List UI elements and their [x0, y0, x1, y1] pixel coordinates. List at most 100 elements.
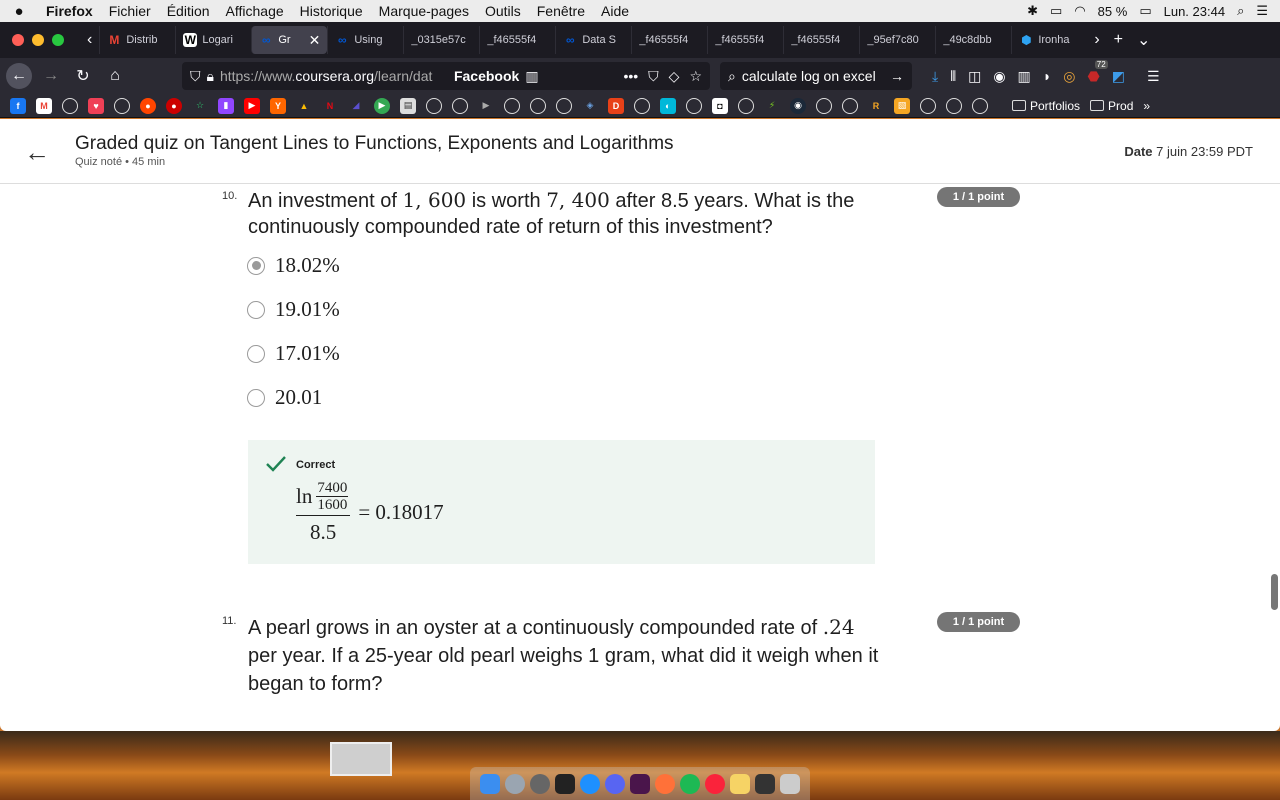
tab-item[interactable]: ⬢ Ironha: [1011, 26, 1087, 54]
tab-item[interactable]: _49c8dbb: [935, 26, 1011, 54]
globe-bookmark-icon[interactable]: [686, 97, 702, 114]
answer-option[interactable]: 20.01: [247, 385, 322, 410]
new-tab-icon[interactable]: +: [1107, 31, 1130, 49]
firefox-icon[interactable]: [655, 773, 675, 794]
tab-item[interactable]: _f46555f4: [631, 26, 707, 54]
system-preferences-icon[interactable]: [530, 773, 550, 794]
pocket-icon[interactable]: ⛉: [648, 68, 659, 85]
app-bookmark-icon[interactable]: ◘: [712, 97, 728, 114]
terminal-icon[interactable]: [555, 773, 575, 794]
apple-menu-icon[interactable]: ●: [0, 3, 38, 20]
music-icon[interactable]: [705, 773, 725, 794]
app-bookmark-icon[interactable]: ◢: [348, 98, 364, 114]
sidebar-icon[interactable]: ◫: [968, 68, 981, 85]
radio-button-selected[interactable]: [247, 256, 265, 275]
bookmarks-overflow-icon[interactable]: »: [1143, 99, 1150, 113]
globe-bookmark-icon[interactable]: [426, 97, 442, 114]
tab-item[interactable]: W Logari: [175, 26, 251, 54]
menu-hamburger-icon[interactable]: ☰: [1147, 68, 1160, 85]
close-tab-icon[interactable]: ✕: [309, 32, 321, 49]
search-text[interactable]: calculate log on excel: [742, 68, 876, 84]
scrollbar-thumb[interactable]: [1271, 574, 1278, 610]
tab-item[interactable]: _95ef7c80: [859, 26, 935, 54]
clock[interactable]: Lun. 23:44: [1164, 4, 1225, 19]
gmail-bookmark-icon[interactable]: M: [36, 97, 52, 114]
back-button[interactable]: ←: [6, 63, 32, 89]
app-bookmark-icon[interactable]: ▧: [894, 97, 910, 114]
globe-bookmark-icon[interactable]: [62, 97, 78, 114]
forward-button[interactable]: →: [38, 63, 64, 89]
finder-icon[interactable]: [480, 773, 500, 794]
home-button[interactable]: ⌂: [102, 63, 128, 89]
answer-option[interactable]: 18.02%: [247, 253, 340, 278]
extension-grid-icon[interactable]: ▥: [1018, 68, 1031, 85]
briefcase-icon[interactable]: [755, 773, 775, 794]
app-bookmark-icon[interactable]: ⚡: [764, 98, 780, 114]
tracking-shield-icon[interactable]: ⛉: [190, 68, 201, 85]
account-icon[interactable]: ◉: [993, 68, 1005, 85]
drive-bookmark-icon[interactable]: ▲: [296, 98, 312, 114]
bookmark-folder-prod[interactable]: Prod: [1090, 99, 1133, 113]
globe-bookmark-icon[interactable]: [816, 97, 832, 114]
globe-bookmark-icon[interactable]: [738, 97, 754, 114]
facebook-bookmark-label[interactable]: Facebook: [454, 68, 519, 84]
tabs-scroll-right-icon[interactable]: ›: [1087, 31, 1106, 49]
tab-item[interactable]: _f46555f4: [479, 26, 555, 54]
netflix-bookmark-icon[interactable]: N: [322, 98, 338, 114]
reload-button[interactable]: ↻: [70, 63, 96, 89]
display-icon[interactable]: ▭: [1050, 3, 1062, 19]
menu-historique[interactable]: Historique: [292, 3, 371, 19]
pocket-bookmark-icon[interactable]: ♥: [88, 97, 104, 114]
reddit-bookmark-icon[interactable]: ●: [140, 97, 156, 114]
battery-icon[interactable]: ▭: [1139, 3, 1151, 19]
globe-bookmark-icon[interactable]: [556, 97, 572, 114]
trash-icon[interactable]: [780, 773, 800, 794]
hackernews-bookmark-icon[interactable]: Y: [270, 97, 286, 114]
globe-bookmark-icon[interactable]: [114, 97, 130, 114]
downloads-icon[interactable]: ⤓: [932, 68, 938, 85]
bookmark-star-icon[interactable]: ☆: [689, 68, 702, 85]
globe-bookmark-icon[interactable]: [634, 97, 650, 114]
tag-icon[interactable]: ◇: [669, 68, 680, 85]
globe-bookmark-icon[interactable]: [842, 97, 858, 114]
tab-active[interactable]: ∞ Gr ✕: [251, 26, 328, 54]
extension-owl-icon[interactable]: ◎: [1063, 68, 1075, 85]
menu-outils[interactable]: Outils: [477, 3, 529, 19]
menu-app-name[interactable]: Firefox: [38, 3, 101, 19]
tab-item[interactable]: ∞ Using: [327, 26, 403, 54]
page-actions-icon[interactable]: •••: [623, 68, 638, 85]
search-bar[interactable]: ⌕ calculate log on excel →: [720, 62, 912, 90]
d-bookmark-icon[interactable]: D: [608, 97, 624, 114]
record-bookmark-icon[interactable]: ●: [166, 97, 182, 114]
tabs-scroll-left-icon[interactable]: ‹: [80, 31, 99, 49]
r-bookmark-icon[interactable]: R: [868, 98, 884, 114]
play-bookmark-icon[interactable]: ▶: [374, 97, 390, 114]
app-store-icon[interactable]: [580, 773, 600, 794]
bookmark-folder-portfolios[interactable]: Portfolios: [1012, 99, 1080, 113]
tab-item[interactable]: _f46555f4: [783, 26, 859, 54]
menu-aide[interactable]: Aide: [593, 3, 637, 19]
star-bookmark-icon[interactable]: ☆: [192, 98, 208, 114]
launchpad-icon[interactable]: [505, 773, 525, 794]
answer-option[interactable]: 17.01%: [247, 341, 340, 366]
close-window-button[interactable]: [12, 34, 24, 46]
tab-item[interactable]: _f46555f4: [707, 26, 783, 54]
menu-edition[interactable]: Édition: [159, 3, 218, 19]
tab-item[interactable]: M Distrib: [99, 26, 175, 54]
menu-fenetre[interactable]: Fenêtre: [529, 3, 593, 19]
facebook-bookmark-icon[interactable]: f: [10, 97, 26, 114]
globe-bookmark-icon[interactable]: [972, 97, 988, 114]
notes-icon[interactable]: [730, 773, 750, 794]
library-icon[interactable]: ⫴: [950, 68, 956, 85]
extension-blue-icon[interactable]: ◩: [1112, 68, 1125, 85]
minimize-window-button[interactable]: [32, 34, 44, 46]
facebook-container-icon[interactable]: ▥: [525, 68, 538, 85]
spotify-icon[interactable]: [680, 773, 700, 794]
app-bookmark-icon[interactable]: ▤: [400, 97, 416, 114]
app-bookmark-icon[interactable]: ◈: [582, 98, 598, 114]
globe-bookmark-icon[interactable]: [530, 97, 546, 114]
extension-rss-icon[interactable]: ◗: [1043, 68, 1051, 84]
tab-list-chevron-icon[interactable]: ⌄: [1130, 30, 1157, 50]
radio-button[interactable]: [247, 344, 265, 363]
slack-icon[interactable]: [630, 773, 650, 794]
